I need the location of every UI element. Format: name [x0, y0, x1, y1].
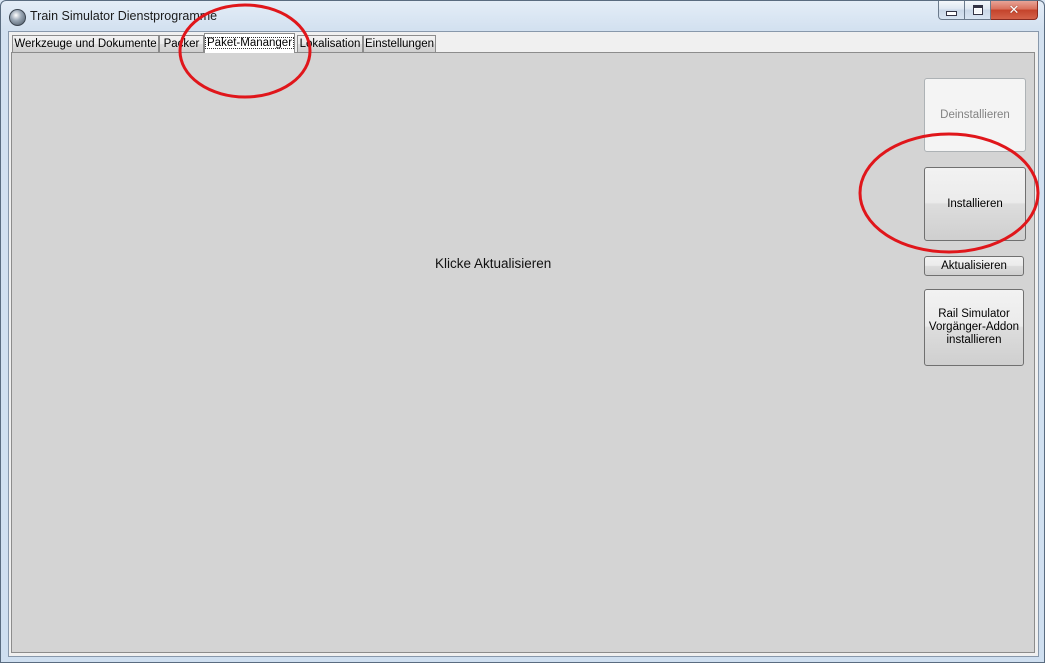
deinstallieren-label: Deinstallieren: [940, 108, 1010, 121]
tab-einstellungen[interactable]: Einstellungen: [363, 35, 436, 52]
window-title: Train Simulator Dienstprogramme: [30, 9, 218, 23]
aktualisieren-button[interactable]: Aktualisieren: [924, 256, 1024, 276]
tab-paket-manager[interactable]: Paket-Mananger: [204, 33, 295, 53]
close-button[interactable]: ✕: [991, 1, 1038, 20]
tab-label: Paket-Mananger: [205, 37, 295, 49]
deinstallieren-button[interactable]: Deinstallieren: [924, 78, 1026, 152]
tab-werkzeuge-und-dokumente[interactable]: Werkzeuge und Dokumente: [12, 35, 159, 52]
tab-packer[interactable]: Packer: [159, 35, 204, 52]
maximize-icon: [972, 5, 983, 15]
maximize-button[interactable]: [965, 1, 991, 20]
tab-lokalisation[interactable]: Lokalisation: [297, 35, 363, 52]
close-icon: ✕: [1008, 2, 1020, 18]
tab-label: Lokalisation: [299, 38, 361, 50]
status-message: Klicke Aktualisieren: [435, 256, 552, 271]
aktualisieren-label: Aktualisieren: [941, 259, 1007, 272]
tab-label: Werkzeuge und Dokumente: [14, 38, 157, 50]
tab-label: Packer: [163, 38, 200, 50]
tab-label: Einstellungen: [364, 38, 435, 50]
minimize-button[interactable]: [938, 1, 965, 20]
legacy-addon-install-button[interactable]: Rail Simulator Vorgänger-Addon installie…: [924, 289, 1024, 366]
installieren-button[interactable]: Installieren: [924, 167, 1026, 241]
minimize-icon: [946, 10, 957, 16]
title-bar[interactable]: Train Simulator Dienstprogramme ✕: [1, 1, 1044, 31]
caption-buttons: ✕: [938, 1, 1038, 21]
app-icon[interactable]: [9, 9, 26, 26]
client-area: Werkzeuge und Dokumente Packer Paket-Man…: [8, 31, 1039, 657]
application-window: Train Simulator Dienstprogramme ✕ Werkze…: [0, 0, 1045, 663]
paket-manager-page: Klicke Aktualisieren Deinstallieren Inst…: [11, 52, 1035, 653]
legacy-addon-label: Rail Simulator Vorgänger-Addon installie…: [928, 308, 1020, 346]
installieren-label: Installieren: [947, 197, 1003, 210]
